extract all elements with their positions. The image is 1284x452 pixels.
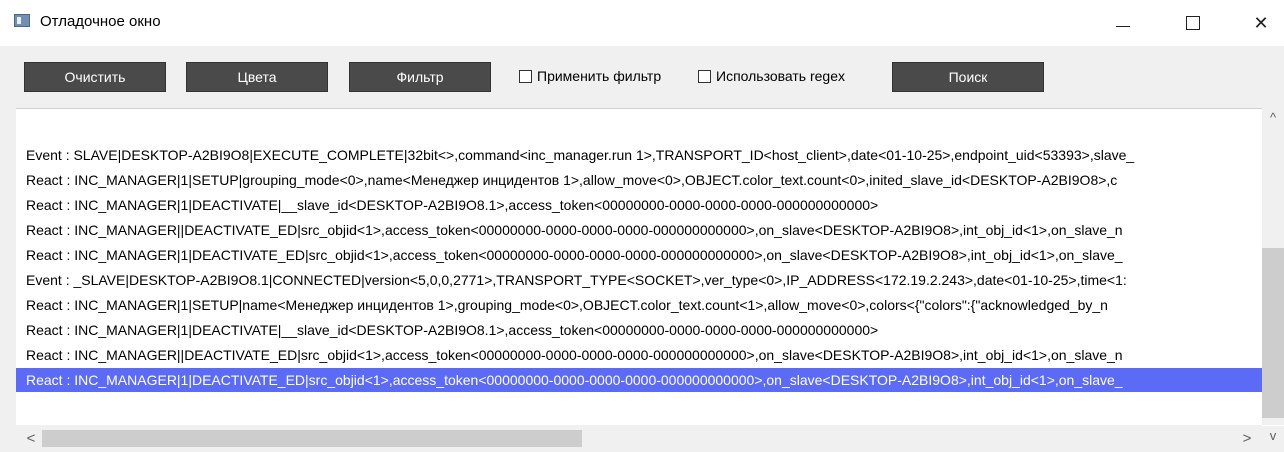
debug-log-list[interactable]: Event : SLAVE|DESKTOP-A2BI9O8|EXECUTE_CO… — [16, 108, 1284, 426]
search-button[interactable]: Поиск — [892, 62, 1044, 92]
maximize-icon — [1186, 16, 1200, 30]
apply-filter-checkbox-box[interactable] — [519, 69, 532, 83]
close-icon: ✕ — [1253, 12, 1269, 33]
apply-filter-checkbox[interactable]: Применить фильтр — [519, 68, 661, 84]
close-button[interactable]: ✕ — [1238, 0, 1284, 46]
scroll-up-icon[interactable]: ^ — [1264, 110, 1282, 125]
window-title: Отладочное окно — [40, 13, 161, 30]
minimize-icon — [1116, 25, 1130, 27]
colors-button[interactable]: Цвета — [186, 62, 328, 92]
log-line[interactable]: Event : SLAVE|DESKTOP-A2BI9O8|EXECUTE_CO… — [26, 143, 1134, 167]
app-window-icon — [14, 14, 30, 27]
use-regex-label: Использовать regex — [716, 68, 846, 84]
title-bar: Отладочное окно ✕ — [0, 0, 1284, 46]
log-line[interactable]: React : INC_MANAGER|1|DEACTIVATE_ED|src_… — [26, 243, 1123, 267]
log-line[interactable]: Event : _SLAVE|DESKTOP-A2BI9O8.1|CONNECT… — [26, 268, 1127, 292]
minimize-button[interactable] — [1100, 0, 1146, 46]
maximize-button[interactable] — [1170, 0, 1216, 46]
use-regex-checkbox-box[interactable] — [698, 69, 711, 83]
log-line[interactable]: React : INC_MANAGER||DEACTIVATE_ED|src_o… — [26, 343, 1123, 367]
use-regex-checkbox[interactable]: Использовать regex — [698, 68, 845, 84]
scroll-left-icon[interactable]: < — [22, 430, 40, 447]
log-line[interactable]: React : INC_MANAGER|1|DEACTIVATE|__slave… — [26, 193, 878, 217]
filter-button[interactable]: Фильтр — [349, 62, 491, 92]
scroll-down-icon[interactable]: v — [1264, 428, 1282, 443]
log-line[interactable]: React : INC_MANAGER||DEACTIVATE_ED|src_o… — [26, 218, 1123, 242]
clear-button[interactable]: Очистить — [24, 62, 166, 92]
log-line[interactable]: React : INC_MANAGER|1|DEACTIVATE|__slave… — [26, 318, 878, 342]
scroll-right-icon[interactable]: > — [1238, 430, 1256, 447]
horizontal-scroll-thumb[interactable] — [42, 430, 582, 447]
vertical-scroll-thumb[interactable] — [1262, 248, 1284, 418]
log-line-selected[interactable]: React : INC_MANAGER|1|DEACTIVATE_ED|src_… — [16, 368, 1262, 392]
apply-filter-label: Применить фильтр — [537, 68, 662, 84]
log-line[interactable]: React : INC_MANAGER|1|SETUP|name<Менедже… — [26, 293, 1108, 317]
log-line[interactable]: React : INC_MANAGER|1|SETUP|grouping_mod… — [26, 168, 1117, 192]
toolbar: Очистить Цвета Фильтр Применить фильтр И… — [0, 46, 1284, 106]
